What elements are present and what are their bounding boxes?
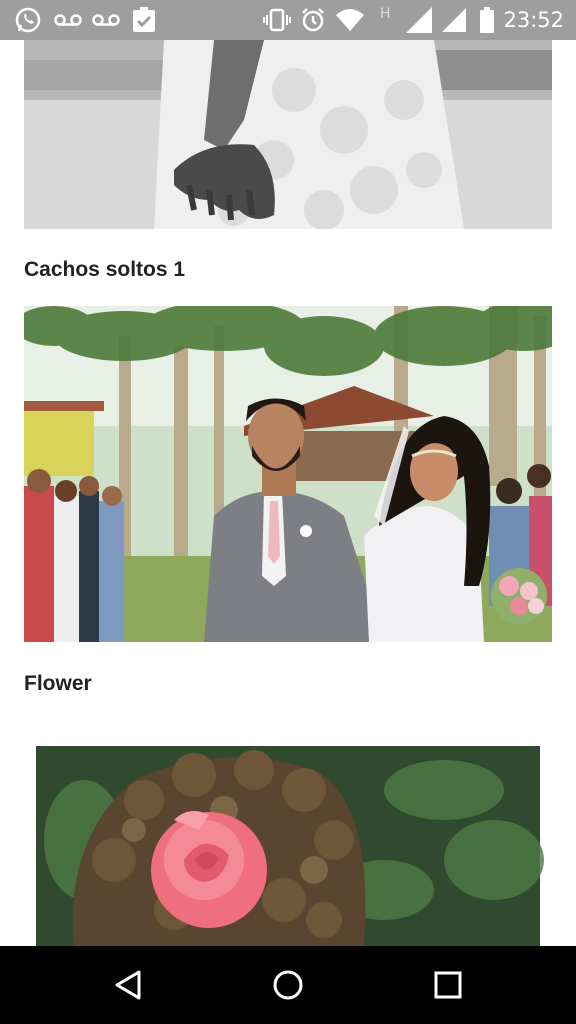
gallery-photo-bride-dress[interactable] [24, 40, 552, 229]
status-bar: H 23:52 [0, 0, 576, 40]
alarm-icon [300, 0, 326, 40]
gallery-list[interactable]: Cachos soltos 1 Flower [0, 40, 576, 946]
voicemail-icon [54, 0, 82, 40]
clipboard-check-icon [132, 0, 156, 40]
vibrate-icon [262, 0, 292, 40]
clock: 23:52 [503, 8, 564, 32]
whatsapp-icon [14, 0, 42, 40]
battery-icon [480, 0, 494, 40]
photo-caption: Cachos soltos 1 [24, 258, 186, 281]
signal-icon [442, 0, 466, 40]
signal-icon [406, 0, 432, 40]
back-icon[interactable] [88, 946, 168, 1024]
gallery-photo-hair-flower[interactable] [24, 720, 552, 946]
h-network-icon: H [380, 6, 391, 22]
recents-icon[interactable] [408, 946, 488, 1024]
navigation-bar [0, 946, 576, 1024]
home-icon[interactable] [248, 946, 328, 1024]
photo-caption: Flower [24, 672, 92, 695]
gallery-photo-wedding-couple[interactable] [24, 306, 552, 642]
voicemail-icon [92, 0, 120, 40]
wifi-icon [336, 0, 364, 40]
